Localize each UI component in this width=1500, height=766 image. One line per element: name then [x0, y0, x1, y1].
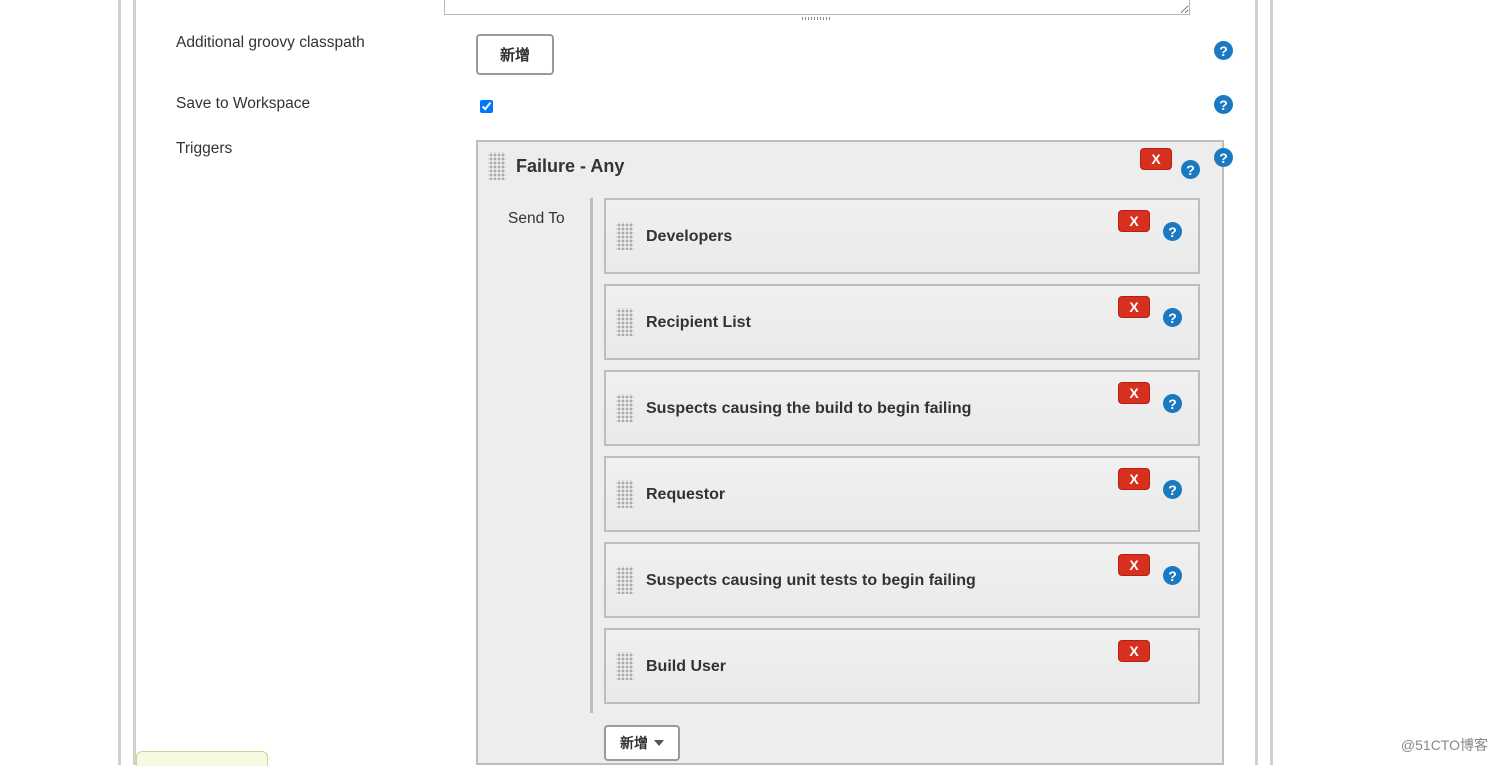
delete-recipient-button[interactable]: [1118, 640, 1150, 662]
additional-classpath-label: Additional groovy classpath: [176, 34, 365, 52]
recipient-label: Build User: [646, 658, 726, 676]
trigger-title: Failure - Any: [516, 156, 624, 177]
help-icon[interactable]: [1163, 308, 1182, 327]
bottom-tab-nub: [136, 751, 268, 766]
recipient-label: Requestor: [646, 486, 725, 504]
recipient-label: Recipient List: [646, 314, 751, 332]
top-textarea[interactable]: [444, 0, 1190, 15]
recipient-label: Suspects causing the build to begin fail…: [646, 400, 971, 418]
recipient-label: Suspects causing unit tests to begin fai…: [646, 572, 976, 590]
drag-handle-icon[interactable]: [616, 308, 634, 336]
save-to-workspace-label: Save to Workspace: [176, 95, 310, 113]
drag-handle-icon[interactable]: [616, 566, 634, 594]
save-to-workspace-checkbox[interactable]: [480, 100, 493, 113]
recipient-item: Suspects causing the build to begin fail…: [604, 370, 1200, 446]
drag-handle-icon[interactable]: [616, 652, 634, 680]
add-recipient-button[interactable]: 新增: [604, 725, 680, 761]
delete-recipient-button[interactable]: [1118, 382, 1150, 404]
help-icon[interactable]: [1163, 222, 1182, 241]
drag-handle-icon[interactable]: [616, 480, 634, 508]
recipient-item: Developers: [604, 198, 1200, 274]
triggers-label: Triggers: [176, 140, 232, 158]
recipient-item: Build User: [604, 628, 1200, 704]
recipient-item: Suspects causing unit tests to begin fai…: [604, 542, 1200, 618]
add-classpath-button[interactable]: 新增: [476, 34, 554, 75]
help-icon[interactable]: [1163, 394, 1182, 413]
drag-handle-icon[interactable]: [616, 394, 634, 422]
help-icon[interactable]: [1163, 566, 1182, 585]
delete-recipient-button[interactable]: [1118, 210, 1150, 232]
watermark: @51CTO博客: [1401, 735, 1488, 755]
help-icon[interactable]: [1214, 148, 1233, 167]
help-icon[interactable]: [1214, 41, 1233, 60]
help-icon[interactable]: [1163, 480, 1182, 499]
drag-handle-icon[interactable]: [488, 152, 506, 180]
drag-handle-icon[interactable]: [616, 222, 634, 250]
trigger-panel: Failure - Any Send To Developers Recipien…: [476, 140, 1224, 765]
delete-recipient-button[interactable]: [1118, 296, 1150, 318]
delete-recipient-button[interactable]: [1118, 554, 1150, 576]
recipient-label: Developers: [646, 228, 732, 246]
chevron-down-icon: [654, 740, 664, 746]
recipient-list-rail: [590, 198, 603, 713]
help-icon[interactable]: [1214, 95, 1233, 114]
recipient-item: Requestor: [604, 456, 1200, 532]
add-recipient-label: 新增: [620, 733, 648, 753]
send-to-label: Send To: [508, 210, 565, 228]
delete-trigger-button[interactable]: [1140, 148, 1172, 170]
delete-recipient-button[interactable]: [1118, 468, 1150, 490]
recipient-item: Recipient List: [604, 284, 1200, 360]
textarea-resize-handle[interactable]: [444, 15, 1190, 21]
help-icon[interactable]: [1181, 160, 1200, 179]
